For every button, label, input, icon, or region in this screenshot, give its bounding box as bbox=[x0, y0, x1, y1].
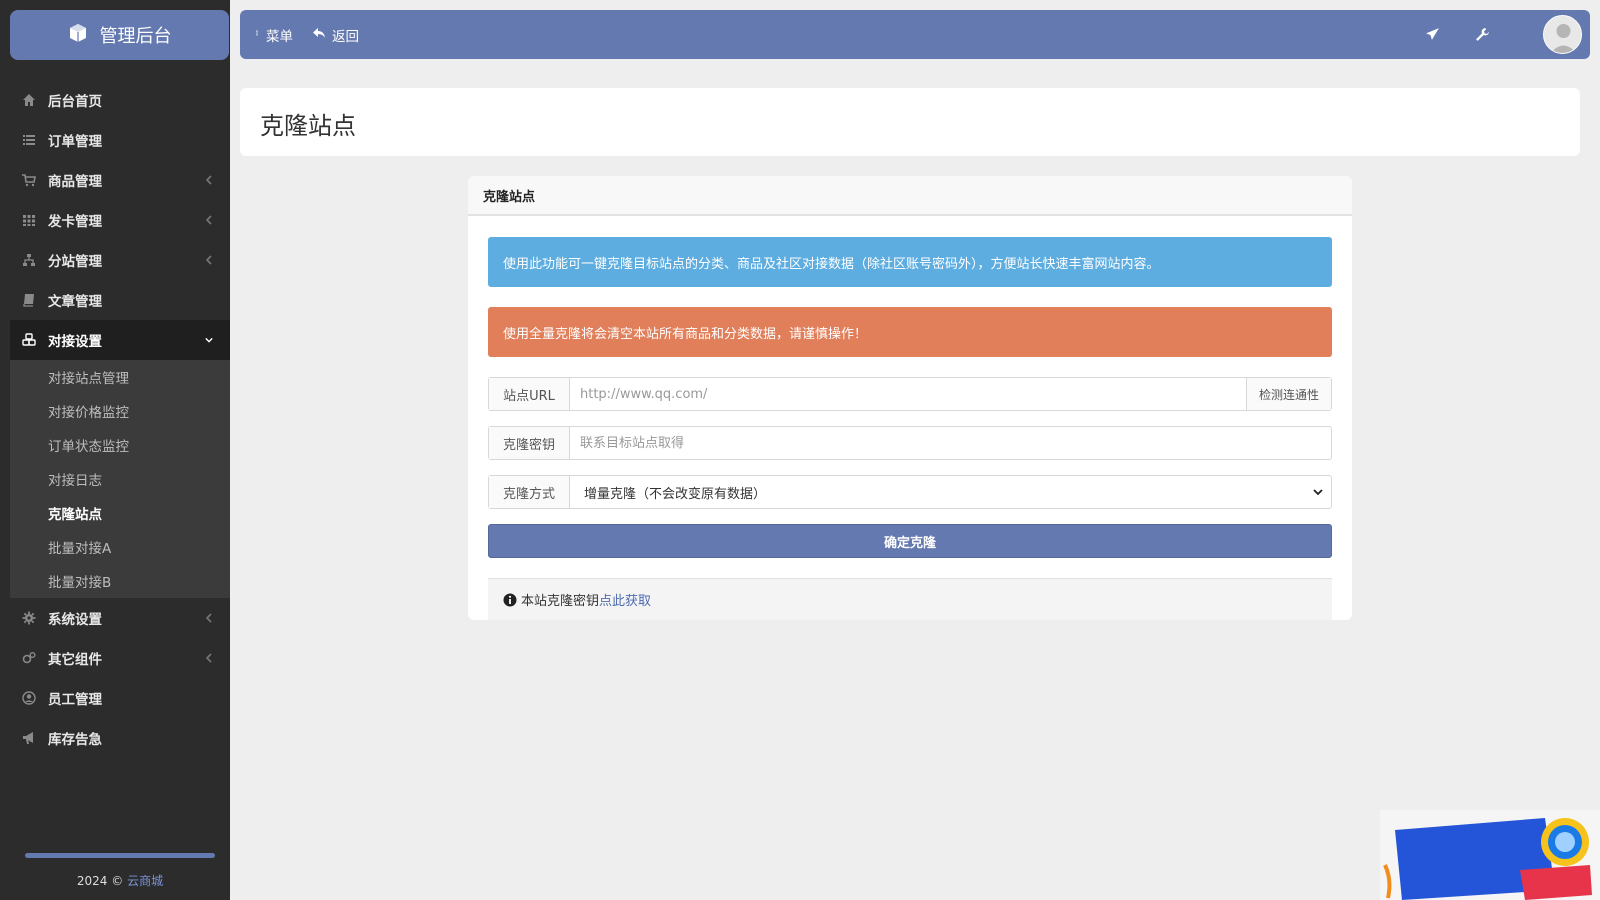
site-url-input[interactable] bbox=[570, 378, 1246, 410]
info-alert: 使用此功能可一键克隆目标站点的分类、商品及社区对接数据（除社区账号密码外），方便… bbox=[488, 237, 1332, 287]
page-header: 克隆站点 bbox=[240, 88, 1580, 156]
sidebar-item-staff[interactable]: 员工管理 bbox=[0, 678, 230, 718]
clone-mode-value: 增量克隆（不会改变原有数据） bbox=[584, 486, 767, 502]
book-icon bbox=[22, 293, 36, 307]
sidebar-item-cards[interactable]: 发卡管理 bbox=[0, 200, 230, 240]
clone-site-panel: 克隆站点 使用此功能可一键克隆目标站点的分类、商品及社区对接数据（除社区账号密码… bbox=[468, 176, 1352, 620]
footer-text: 本站克隆密钥 bbox=[521, 594, 600, 609]
info-circle-icon bbox=[503, 593, 517, 606]
chevron-left-icon bbox=[204, 213, 214, 227]
integration-submenu: 对接站点管理 对接价格监控 订单状态监控 对接日志 克隆站点 批量对接A 批量对… bbox=[10, 360, 230, 598]
site-url-group: 站点URL 检测连通性 bbox=[488, 377, 1332, 411]
sidebar-item-label: 发卡管理 bbox=[48, 214, 102, 230]
bullhorn-icon bbox=[22, 731, 36, 745]
plane-icon[interactable] bbox=[1423, 25, 1441, 43]
submenu-item-clone-site[interactable]: 克隆站点 bbox=[10, 496, 230, 530]
top-navbar: 菜单 返回 bbox=[240, 10, 1590, 59]
sidebar-item-label: 员工管理 bbox=[48, 692, 102, 708]
get-key-link[interactable]: 点此获取 bbox=[599, 590, 651, 609]
clone-key-label: 克隆密钥 bbox=[489, 427, 570, 459]
sidebar-item-system-settings[interactable]: 系统设置 bbox=[0, 598, 230, 638]
grid-icon bbox=[22, 213, 36, 227]
cube-icon bbox=[68, 23, 88, 48]
reply-icon bbox=[312, 26, 326, 44]
cart-icon bbox=[22, 173, 36, 187]
sidebar-item-home[interactable]: 后台首页 bbox=[0, 80, 230, 120]
panel-footer: 本站克隆密钥 点此获取 bbox=[488, 578, 1332, 620]
cubes-icon bbox=[22, 333, 36, 347]
user-circle-icon bbox=[22, 691, 36, 705]
sidebar-item-label: 其它组件 bbox=[48, 652, 102, 668]
sitemap-icon bbox=[22, 253, 36, 267]
sidebar-item-substations[interactable]: 分站管理 bbox=[0, 240, 230, 280]
clone-mode-select[interactable]: 增量克隆（不会改变原有数据） bbox=[570, 476, 1331, 508]
sidebar-item-integration[interactable]: 对接设置 bbox=[10, 320, 230, 360]
sidebar-item-articles[interactable]: 文章管理 bbox=[0, 280, 230, 320]
chevron-down-icon bbox=[204, 333, 214, 347]
sidebar-scrollbar[interactable] bbox=[25, 853, 215, 858]
chevron-left-icon bbox=[204, 253, 214, 267]
menu-label: 菜单 bbox=[266, 29, 293, 45]
back-button[interactable]: 返回 bbox=[312, 25, 359, 45]
panel-title: 克隆站点 bbox=[468, 176, 1352, 216]
sidebar-copyright: 2024 © 云商城 bbox=[0, 872, 240, 889]
sidebar-item-label: 文章管理 bbox=[48, 294, 102, 310]
chevron-left-icon bbox=[204, 651, 214, 665]
clone-key-group: 克隆密钥 bbox=[488, 426, 1332, 460]
gears-icon bbox=[22, 651, 36, 665]
sidebar: 管理后台 后台首页 订单管理 商品管理 发卡管理 分站管理 文章管理 对接设置 … bbox=[0, 0, 230, 900]
clone-key-input[interactable] bbox=[570, 427, 1331, 459]
avatar[interactable] bbox=[1543, 15, 1582, 54]
copyright-year: 2024 © bbox=[76, 874, 124, 888]
vertical-ellipsis-icon bbox=[254, 26, 260, 44]
sidebar-item-label: 库存告急 bbox=[48, 732, 102, 748]
sidebar-item-orders[interactable]: 订单管理 bbox=[0, 120, 230, 160]
brand-title: 管理后台 bbox=[99, 26, 172, 47]
submenu-item-batch-a[interactable]: 批量对接A bbox=[10, 530, 230, 564]
warning-alert: 使用全量克隆将会清空本站所有商品和分类数据，请谨慎操作！ bbox=[488, 307, 1332, 357]
wrench-icon[interactable] bbox=[1473, 25, 1491, 43]
clone-mode-group: 克隆方式 增量克隆（不会改变原有数据） bbox=[488, 475, 1332, 509]
sidebar-item-stock-alert[interactable]: 库存告急 bbox=[0, 718, 230, 758]
back-label: 返回 bbox=[332, 29, 359, 45]
chevron-down-icon bbox=[1313, 489, 1323, 496]
copyright-link[interactable]: 云商城 bbox=[127, 874, 163, 888]
sidebar-item-label: 分站管理 bbox=[48, 254, 102, 270]
sidebar-item-label: 后台首页 bbox=[48, 94, 102, 110]
site-url-label: 站点URL bbox=[489, 378, 570, 410]
list-icon bbox=[22, 133, 36, 147]
sidebar-item-label: 商品管理 bbox=[48, 174, 102, 190]
sidebar-menu: 后台首页 订单管理 商品管理 发卡管理 分站管理 文章管理 对接设置 对接站点管… bbox=[0, 80, 230, 758]
sidebar-item-label: 对接设置 bbox=[48, 334, 102, 350]
home-icon bbox=[22, 93, 36, 107]
submenu-item-site-management[interactable]: 对接站点管理 bbox=[10, 360, 230, 394]
page-title: 克隆站点 bbox=[260, 112, 356, 140]
confirm-clone-button[interactable]: 确定克隆 bbox=[488, 524, 1332, 558]
submenu-item-price-monitor[interactable]: 对接价格监控 bbox=[10, 394, 230, 428]
sidebar-item-label: 订单管理 bbox=[48, 134, 102, 150]
check-connectivity-button[interactable]: 检测连通性 bbox=[1246, 378, 1331, 410]
gear-icon bbox=[22, 611, 36, 625]
watermark-logo bbox=[1380, 810, 1600, 900]
submenu-item-integration-log[interactable]: 对接日志 bbox=[10, 462, 230, 496]
brand-logo[interactable]: 管理后台 bbox=[10, 10, 229, 60]
chevron-left-icon bbox=[204, 611, 214, 625]
sidebar-item-other-components[interactable]: 其它组件 bbox=[0, 638, 230, 678]
submenu-item-order-status-monitor[interactable]: 订单状态监控 bbox=[10, 428, 230, 462]
clone-mode-label: 克隆方式 bbox=[489, 476, 570, 508]
sidebar-item-products[interactable]: 商品管理 bbox=[0, 160, 230, 200]
sidebar-item-label: 系统设置 bbox=[48, 612, 102, 628]
menu-toggle-button[interactable]: 菜单 bbox=[254, 25, 293, 45]
chevron-left-icon bbox=[204, 173, 214, 187]
submenu-item-batch-b[interactable]: 批量对接B bbox=[10, 564, 230, 598]
